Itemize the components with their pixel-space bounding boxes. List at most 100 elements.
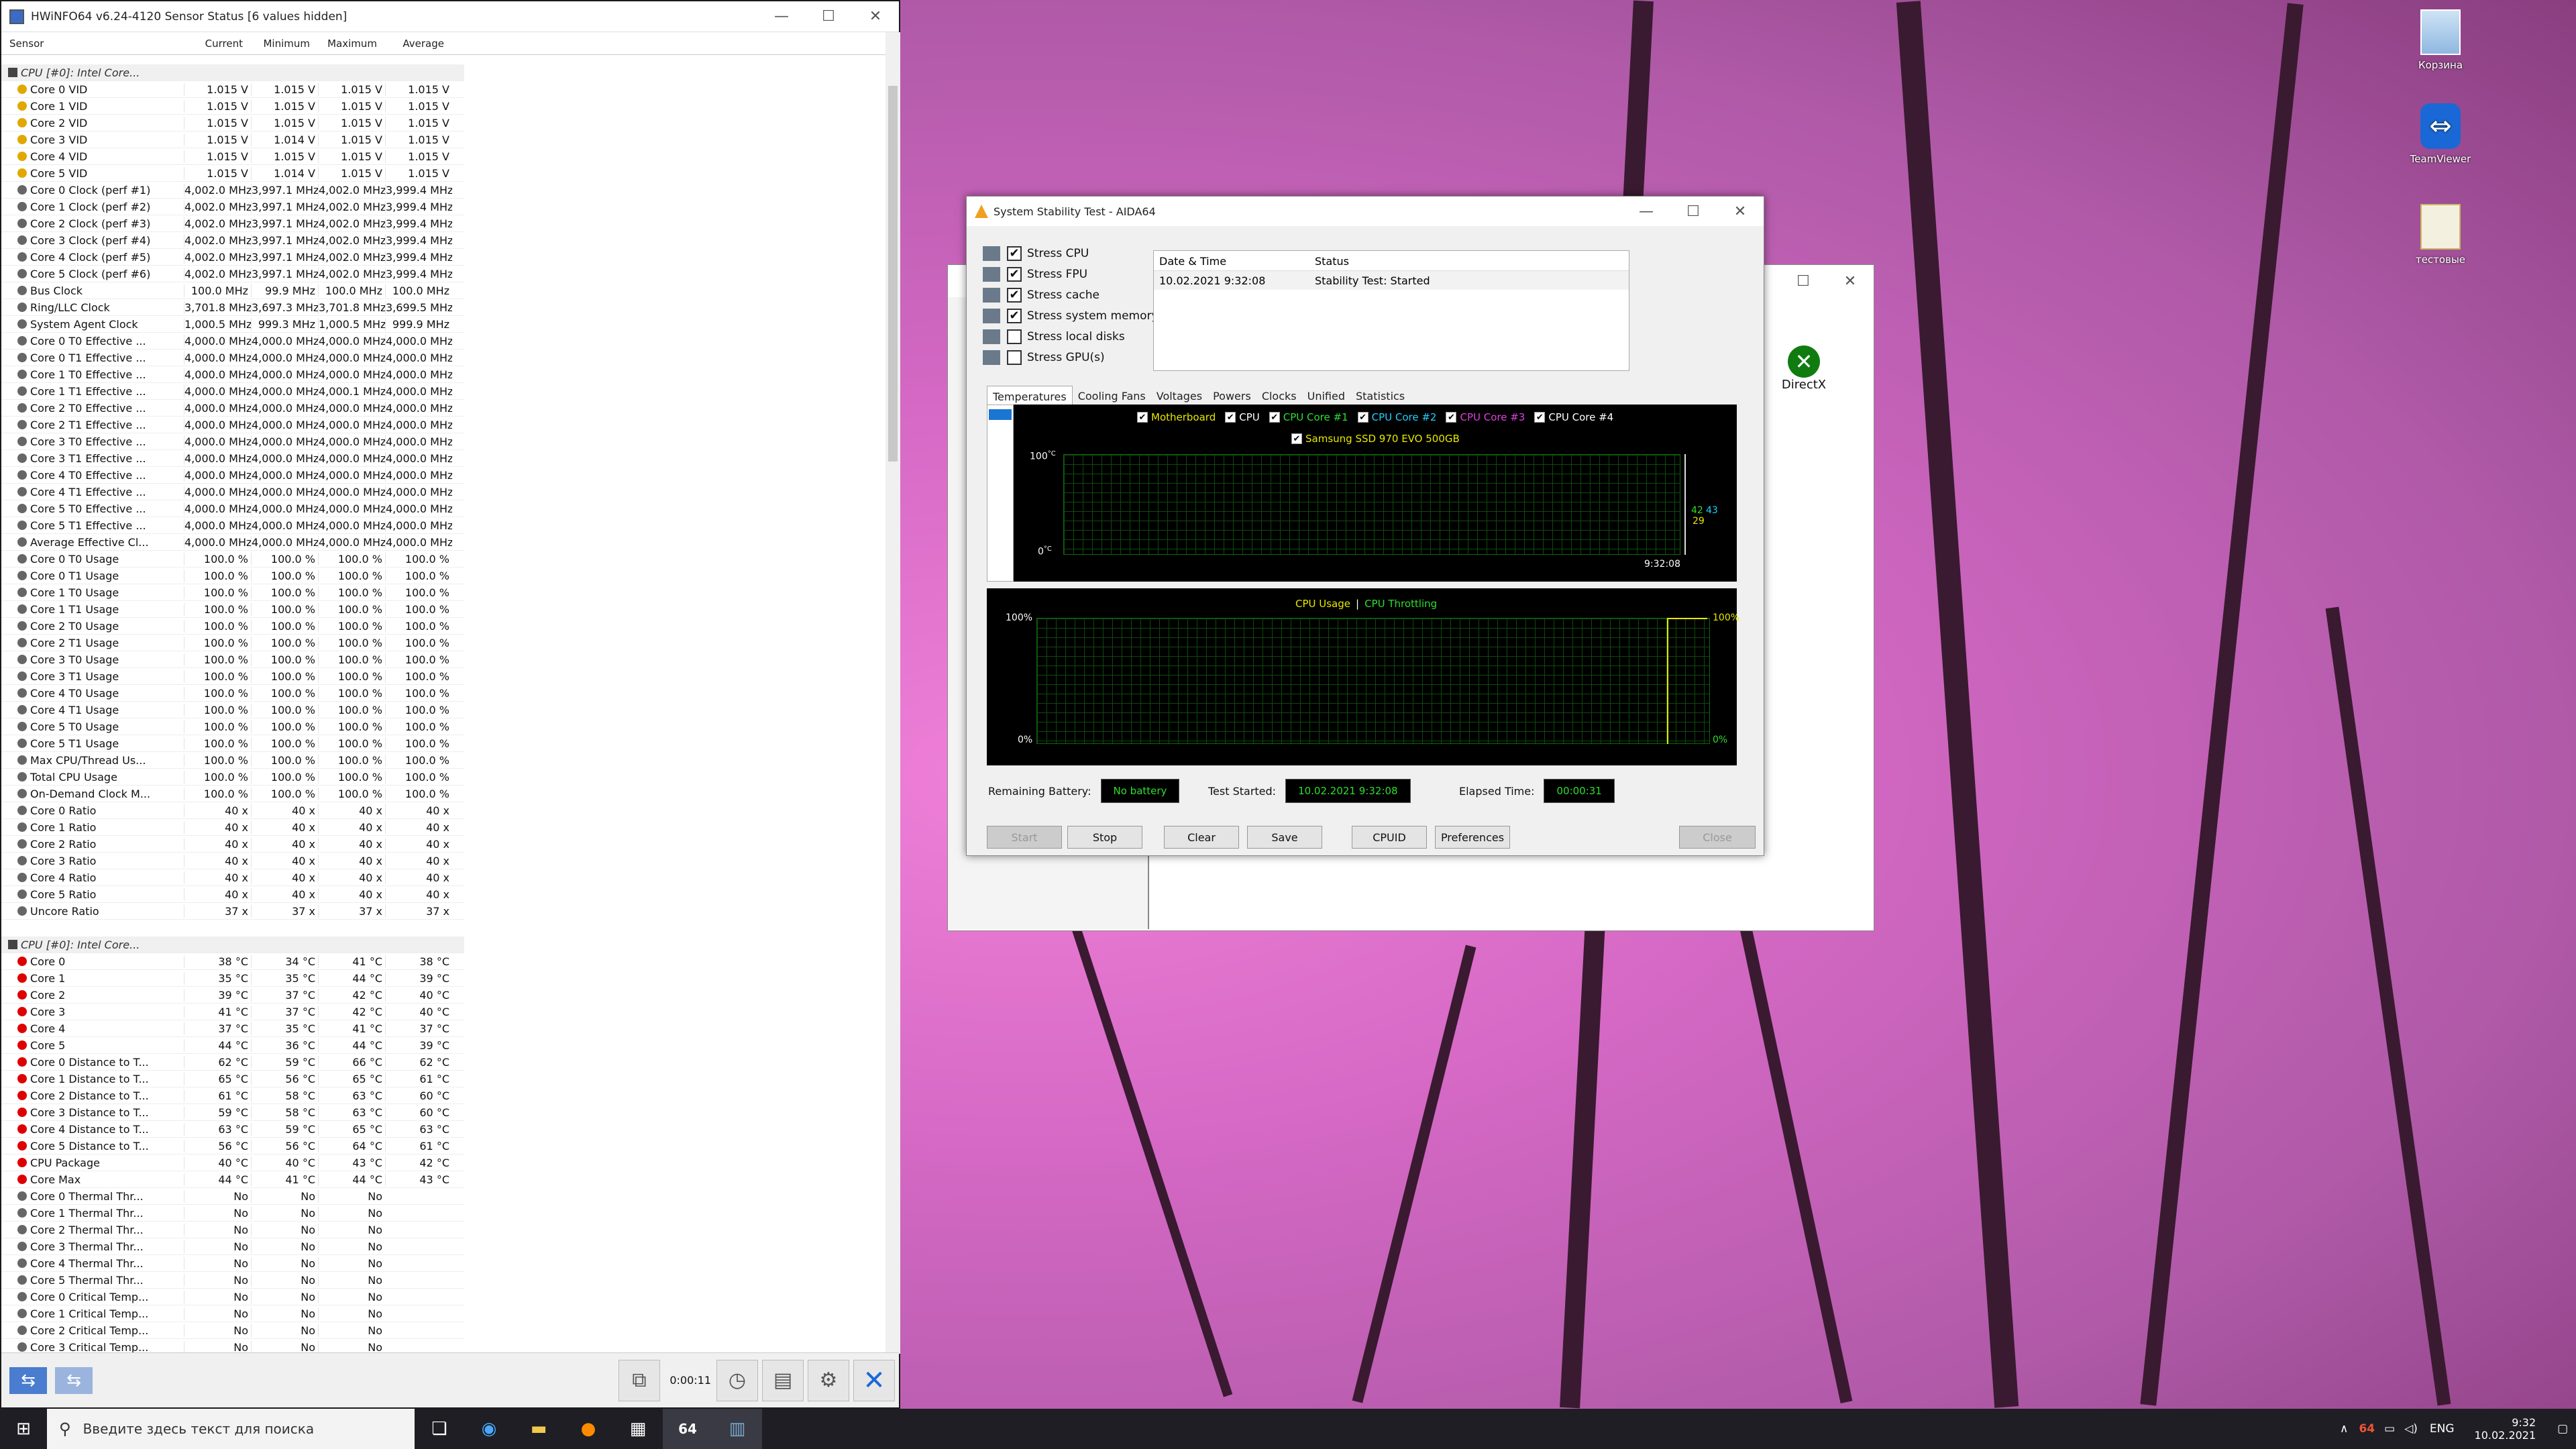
sensor-row[interactable]: Core 0 T0 Usage 100.0 % 100.0 % 100.0 % 100.… bbox=[1, 551, 464, 568]
network-computers-icon[interactable]: ⧉ bbox=[619, 1359, 660, 1401]
sensor-row[interactable]: Core 2 T0 Effective ... 4,000.0 MHz 4,000.… bbox=[1, 400, 464, 417]
sensor-row[interactable]: CPU Package 40 °C 40 °C 43 °C 42 °C bbox=[1, 1155, 464, 1171]
stress-checkbox[interactable] bbox=[1007, 350, 1022, 365]
teamviewer-taskbar-icon[interactable]: ◉ bbox=[464, 1409, 514, 1449]
maximize-button[interactable]: ☐ bbox=[1780, 266, 1827, 297]
sensor-row[interactable]: Core 5 T1 Effective ... 4,000.0 MHz 4,000.… bbox=[1, 517, 464, 534]
sensor-row[interactable]: Core 4 Thermal Thr... No No No bbox=[1, 1255, 464, 1272]
sensor-row[interactable]: Uncore Ratio 37 x 37 x 37 x 37 x bbox=[1, 903, 464, 920]
sensor-row[interactable]: On-Demand Clock M... 100.0 % 100.0 % 100.0 … bbox=[1, 786, 464, 802]
sensor-row[interactable]: Core 2 Critical Temp... No No No bbox=[1, 1322, 464, 1339]
aida64-tray-icon[interactable]: 64 bbox=[2359, 1422, 2375, 1436]
stress-option[interactable]: Stress local disks bbox=[983, 329, 1125, 344]
sensor-row[interactable]: Max CPU/Thread Us... 100.0 % 100.0 % 100.0 … bbox=[1, 752, 464, 769]
clock-icon[interactable]: ◷ bbox=[716, 1359, 758, 1401]
minimize-button[interactable]: — bbox=[758, 1, 805, 32]
sensor-row[interactable]: Core 5 Thermal Thr... No No No bbox=[1, 1272, 464, 1289]
sensor-row[interactable]: Core 1 T0 Usage 100.0 % 100.0 % 100.0 % 100.… bbox=[1, 584, 464, 601]
sensor-row[interactable]: Core 0 Distance to T... 62 °C 59 °C 66 °C 62… bbox=[1, 1054, 464, 1071]
network-icon[interactable]: ▭ bbox=[2384, 1422, 2395, 1436]
save-button[interactable]: Save bbox=[1247, 826, 1322, 849]
stress-option[interactable]: Stress GPU(s) bbox=[983, 350, 1105, 365]
stop-button[interactable]: Stop bbox=[1067, 826, 1142, 849]
aida64-stability-window[interactable]: System Stability Test - AIDA64 — ☐ ✕ ✔ St… bbox=[966, 196, 1764, 856]
close-test-button[interactable]: Close bbox=[1679, 826, 1756, 849]
stress-checkbox[interactable]: ✔ bbox=[1007, 246, 1022, 261]
maximize-button[interactable]: ☐ bbox=[805, 1, 852, 32]
sensor-table-body[interactable]: CPU [#0]: Intel Core... Core 0 VID 1.015 V… bbox=[1, 64, 464, 1355]
col-maximum[interactable]: Maximum bbox=[318, 32, 385, 54]
stress-option[interactable]: ✔ Stress FPU bbox=[983, 267, 1087, 282]
sensor-row[interactable]: Core 0 T1 Effective ... 4,000.0 MHz 4,000.… bbox=[1, 350, 464, 366]
sensor-row[interactable]: Core 4 37 °C 35 °C 41 °C 37 °C bbox=[1, 1020, 464, 1037]
sensor-row[interactable]: Core 3 VID 1.015 V 1.014 V 1.015 V 1.015 V bbox=[1, 131, 464, 148]
desktop-icon-folder[interactable]: тестовые bbox=[2400, 204, 2481, 266]
sensor-row[interactable]: Core 1 T1 Effective ... 4,000.0 MHz 4,000.… bbox=[1, 383, 464, 400]
minimize-button[interactable]: — bbox=[1623, 196, 1670, 227]
notification-icon[interactable]: ▢ bbox=[2557, 1422, 2568, 1436]
sensor-row[interactable]: Core 4 T0 Effective ... 4,000.0 MHz 4,000.… bbox=[1, 467, 464, 484]
task-view-icon[interactable]: ❏ bbox=[415, 1409, 464, 1449]
sensor-group-row[interactable]: CPU [#0]: Intel Core... bbox=[1, 936, 464, 953]
taskbar-search[interactable]: ⚲ Введите здесь текст для поиска bbox=[47, 1409, 415, 1449]
sensor-row[interactable]: Core 5 VID 1.015 V 1.014 V 1.015 V 1.015 V bbox=[1, 165, 464, 182]
sensor-row[interactable]: Core 2 T1 Effective ... 4,000.0 MHz 4,000.… bbox=[1, 417, 464, 433]
sensor-row[interactable]: Core 0 Clock (perf #1) 4,002.0 MHz 3,997.1… bbox=[1, 182, 464, 199]
calculator-icon[interactable]: ▦ bbox=[613, 1409, 663, 1449]
sensor-row[interactable]: Core Max 44 °C 41 °C 44 °C 43 °C bbox=[1, 1171, 464, 1188]
log-row[interactable]: 10.02.2021 9:32:08 Stability Test: Start… bbox=[1154, 271, 1629, 290]
close-button[interactable]: ✕ bbox=[1717, 196, 1764, 227]
stress-checkbox[interactable]: ✔ bbox=[1007, 267, 1022, 282]
stress-checkbox[interactable]: ✔ bbox=[1007, 309, 1022, 323]
clock[interactable]: 9:32 10.02.2021 bbox=[2475, 1416, 2536, 1442]
sensor-row[interactable]: Core 2 T1 Usage 100.0 % 100.0 % 100.0 % 100.… bbox=[1, 635, 464, 651]
sensor-row[interactable]: Core 4 Ratio 40 x 40 x 40 x 40 x bbox=[1, 869, 464, 886]
sensor-row[interactable]: Core 2 Distance to T... 61 °C 58 °C 63 °C 60… bbox=[1, 1087, 464, 1104]
settings-icon[interactable]: ⚙ bbox=[808, 1359, 849, 1401]
arrows-left-right-icon[interactable]: ⇆ bbox=[55, 1366, 93, 1394]
sensor-row[interactable]: Core 2 Ratio 40 x 40 x 40 x 40 x bbox=[1, 836, 464, 853]
sensor-row[interactable]: Core 1 Distance to T... 65 °C 56 °C 65 °C 61… bbox=[1, 1071, 464, 1087]
sensor-row[interactable]: Core 2 VID 1.015 V 1.015 V 1.015 V 1.015 V bbox=[1, 115, 464, 131]
col-average[interactable]: Average bbox=[385, 32, 452, 54]
sensor-row[interactable]: Core 2 Thermal Thr... No No No bbox=[1, 1222, 464, 1238]
stress-option[interactable]: ✔ Stress cache bbox=[983, 288, 1099, 303]
sensor-group-row[interactable]: CPU [#0]: Intel Core... bbox=[1, 64, 464, 81]
windows-start-icon[interactable]: ⊞ bbox=[0, 1409, 47, 1449]
sensor-row[interactable]: Core 1 Critical Temp... No No No bbox=[1, 1305, 464, 1322]
sensor-row[interactable] bbox=[1, 920, 464, 936]
stress-checkbox[interactable]: ✔ bbox=[1007, 288, 1022, 303]
sensor-row[interactable]: Core 4 T0 Usage 100.0 % 100.0 % 100.0 % 100.… bbox=[1, 685, 464, 702]
sensor-row[interactable]: Core 2 T0 Usage 100.0 % 100.0 % 100.0 % 100.… bbox=[1, 618, 464, 635]
volume-icon[interactable]: ◁) bbox=[2404, 1422, 2418, 1436]
sensor-row[interactable]: Core 0 Critical Temp... No No No bbox=[1, 1289, 464, 1305]
sensor-row[interactable]: Core 1 T1 Usage 100.0 % 100.0 % 100.0 % 100.… bbox=[1, 601, 464, 618]
sensor-row[interactable]: Core 5 Ratio 40 x 40 x 40 x 40 x bbox=[1, 886, 464, 903]
hwinfo-taskbar-icon[interactable]: ▥ bbox=[712, 1409, 762, 1449]
directx-item[interactable]: ✕ DirectX bbox=[1770, 345, 1837, 392]
legend-checkbox[interactable]: ✔ bbox=[1534, 412, 1546, 423]
sensor-row[interactable]: Core 3 41 °C 37 °C 42 °C 40 °C bbox=[1, 1004, 464, 1020]
file-explorer-icon[interactable]: ▬ bbox=[514, 1409, 564, 1449]
sensor-row[interactable]: Core 5 Clock (perf #6) 4,002.0 MHz 3,997.1… bbox=[1, 266, 464, 282]
ssd-checkbox[interactable]: ✔ bbox=[1291, 433, 1302, 444]
arrows-left-right-icon[interactable]: ⇆ bbox=[9, 1366, 47, 1394]
sensor-row[interactable]: Core 5 44 °C 36 °C 44 °C 39 °C bbox=[1, 1037, 464, 1054]
sensor-row[interactable]: Core 3 Ratio 40 x 40 x 40 x 40 x bbox=[1, 853, 464, 869]
sensor-row[interactable]: Ring/LLC Clock 3,701.8 MHz 3,697.3 MHz 3,70… bbox=[1, 299, 464, 316]
firefox-icon[interactable]: ● bbox=[564, 1409, 613, 1449]
sensor-row[interactable]: Core 0 Thermal Thr... No No No bbox=[1, 1188, 464, 1205]
sensor-row[interactable]: Core 3 T0 Usage 100.0 % 100.0 % 100.0 % 100.… bbox=[1, 651, 464, 668]
desktop-icon-teamviewer[interactable]: ⇔ TeamViewer bbox=[2400, 103, 2481, 165]
start-button[interactable]: Start bbox=[987, 826, 1062, 849]
cpuid-button[interactable]: CPUID bbox=[1352, 826, 1427, 849]
chevron-up-icon[interactable]: ∧ bbox=[2340, 1422, 2348, 1436]
sensor-row[interactable]: Core 3 T1 Usage 100.0 % 100.0 % 100.0 % 100.… bbox=[1, 668, 464, 685]
preferences-button[interactable]: Preferences bbox=[1435, 826, 1510, 849]
sensor-row[interactable]: Core 3 Clock (perf #4) 4,002.0 MHz 3,997.1… bbox=[1, 232, 464, 249]
sensor-row[interactable]: Total CPU Usage 100.0 % 100.0 % 100.0 % 100.… bbox=[1, 769, 464, 786]
legend-checkbox[interactable]: ✔ bbox=[1357, 412, 1368, 423]
aida64-taskbar-icon[interactable]: 64 bbox=[663, 1409, 712, 1449]
sensor-row[interactable]: Core 4 T1 Effective ... 4,000.0 MHz 4,000.… bbox=[1, 484, 464, 500]
legend-checkbox[interactable]: ✔ bbox=[1269, 412, 1280, 423]
